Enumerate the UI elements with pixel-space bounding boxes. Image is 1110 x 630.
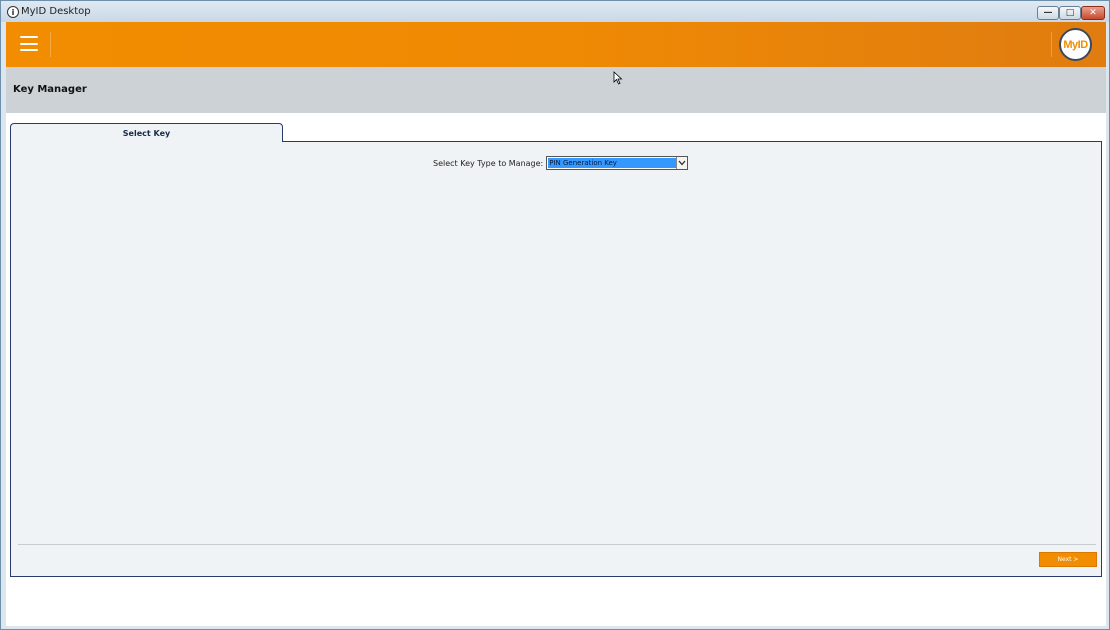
close-button[interactable]: ✕ (1081, 6, 1105, 20)
key-type-field: Select Key Type to Manage: PIN Generatio… (433, 156, 689, 170)
tab-select-key[interactable]: Select Key (10, 123, 283, 142)
hamburger-menu-icon[interactable] (20, 36, 38, 51)
tab-panel: Select Key Type to Manage: PIN Generatio… (10, 141, 1102, 577)
page-title-band: Key Manager (6, 67, 1106, 113)
key-type-select[interactable]: PIN Generation Key (546, 156, 689, 170)
window-titlebar: i MyID Desktop — □ ✕ (1, 1, 1109, 22)
app-info-icon: i (7, 6, 19, 18)
mouse-pointer-icon (613, 71, 623, 85)
footer-divider (18, 544, 1096, 545)
application-window: i MyID Desktop — □ ✕ MyID Key Manager Se… (0, 0, 1110, 630)
myid-logo: MyID (1059, 28, 1092, 61)
key-type-selected-value: PIN Generation Key (548, 158, 677, 168)
app-header: MyID (6, 22, 1106, 67)
content-area: Select Key Select Key Type to Manage: PI… (6, 113, 1106, 626)
header-divider (1051, 32, 1052, 57)
chevron-down-icon[interactable] (676, 157, 688, 169)
minimize-button[interactable]: — (1037, 6, 1059, 20)
maximize-button[interactable]: □ (1059, 6, 1081, 20)
header-divider (50, 32, 51, 57)
window-title: MyID Desktop (21, 6, 91, 17)
key-type-label: Select Key Type to Manage: (433, 158, 544, 168)
next-button[interactable]: Next > (1039, 552, 1097, 567)
page-title: Key Manager (13, 84, 87, 95)
